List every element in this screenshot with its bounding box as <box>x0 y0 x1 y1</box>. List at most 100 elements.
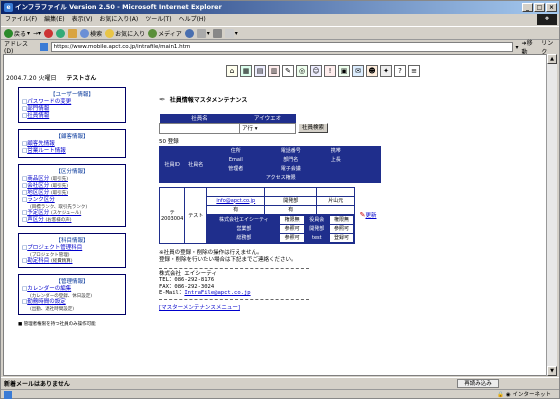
menu-view[interactable]: 表示(V) <box>72 14 93 25</box>
address-label: アドレス(D) <box>4 41 29 55</box>
col-action <box>354 145 382 183</box>
nav-sales-route[interactable]: 営業ルート情報 <box>22 148 122 155</box>
address-dropdown-icon[interactable]: ▾ <box>516 44 519 51</box>
history-button[interactable] <box>184 28 194 38</box>
maximize-button[interactable]: □ <box>534 3 545 12</box>
back-button[interactable]: 戻る ▾ <box>4 28 30 38</box>
toolbar: 戻る ▾ →▾ 検索 お気に入り メディア ▾ ▾ <box>1 26 559 40</box>
page-title: ✒ 社員情報マスタメンテナンス <box>159 95 248 104</box>
edit-button[interactable]: ▾ <box>224 28 238 38</box>
globe-icon[interactable]: ◎ <box>296 65 308 77</box>
access-perm: 登録可 <box>328 232 355 243</box>
list-icon[interactable]: ≡ <box>408 65 420 77</box>
favorites-button[interactable]: お気に入り <box>105 28 145 38</box>
scroll-down-icon[interactable]: ▼ <box>547 366 557 376</box>
forward-button[interactable]: →▾ <box>33 30 41 37</box>
contact-block: 株式会社 エイシーティ TEL：086-292-8176 FAX：086-292… <box>159 267 489 300</box>
employee-name-input[interactable] <box>159 122 240 134</box>
nav-project-subject[interactable]: プロジェクト管理科目 <box>22 245 122 252</box>
nav-company-category[interactable]: 会社区分 (取引先) <box>22 183 122 190</box>
menu-tools[interactable]: ツール(T) <box>145 14 171 25</box>
nav-department-info[interactable]: 部門情報 <box>22 106 122 113</box>
menu-favorites[interactable]: お気に入り(A) <box>99 14 138 25</box>
nav-heading: 【科目情報】 <box>55 238 89 244</box>
help-icon[interactable]: ? <box>394 65 406 77</box>
nav-password-change[interactable]: パスワードの変更 <box>22 99 122 106</box>
search-button[interactable]: 検索 <box>80 28 102 38</box>
nav-work-hours[interactable]: 勤務時間の設定 <box>22 299 122 306</box>
graph-icon[interactable]: ▣ <box>338 65 350 77</box>
home-icon[interactable]: ⌂ <box>226 65 238 77</box>
nav-rank-category[interactable]: ランク区分 <box>22 197 122 204</box>
page-status-bar: 新着メールはありません 再読み込み <box>1 377 559 388</box>
schedule-icon[interactable]: ▦ <box>240 65 252 77</box>
cell-name: テスト <box>184 186 208 244</box>
user-name: テストさん <box>66 75 97 82</box>
access-org: 営業部 <box>207 223 281 234</box>
kana-select[interactable]: ア行 ▾ <box>239 122 296 134</box>
cell-id: テ 2003004 <box>158 186 186 244</box>
nav-employee-info[interactable]: 社員情報 <box>22 113 122 120</box>
stop-button[interactable] <box>44 28 54 38</box>
contact-mail-link[interactable]: IntraFile@apct.co.jp <box>184 290 250 296</box>
access-perm: 参照可 <box>279 223 305 234</box>
minimize-button[interactable]: _ <box>522 3 533 12</box>
employee-search-button[interactable]: 社員検索 <box>298 123 329 133</box>
history-icon <box>184 28 194 38</box>
nav-product-category[interactable]: 商品区分 (取引先) <box>22 176 122 183</box>
access-org: test <box>303 232 330 243</box>
refresh-button[interactable] <box>56 28 66 38</box>
address-input[interactable]: https://www.mobile.apct.co.jp/intrafile/… <box>50 42 513 52</box>
people-icon[interactable]: ☻ <box>366 65 378 77</box>
reload-button[interactable]: 再読み込み <box>457 379 499 388</box>
mail-icon[interactable]: ✉ <box>352 65 364 77</box>
mail-icon <box>196 28 206 38</box>
left-navigation: 【ユーザー情報】 パスワードの変更 部門情報 社員情報 【顧客情報】 顧客先情報… <box>18 87 126 327</box>
mail-button[interactable]: ▾ <box>196 28 210 38</box>
master-menu-link[interactable]: [マスターメンテナンスメニュー] <box>159 305 240 311</box>
col-email: Email <box>206 154 266 165</box>
access-perm: 権限無 <box>279 214 305 225</box>
search-form: 社員名 アイウエオ ア行 ▾ 社員検索 <box>159 114 331 134</box>
table-row: テ 2003004 テスト ✎更新 <box>158 186 381 244</box>
scroll-up-icon[interactable]: ▲ <box>547 54 557 64</box>
media-button[interactable]: メディア <box>148 28 182 38</box>
nav-voice-category[interactable]: 声区分 (お客様の声) <box>22 217 122 224</box>
print-icon <box>212 28 222 38</box>
print-button[interactable] <box>212 28 222 38</box>
col-ejournal: 電子会議 <box>264 163 318 174</box>
menu-file[interactable]: ファイル(F) <box>5 14 37 25</box>
menu-edit[interactable]: 編集(E) <box>44 14 64 25</box>
settings-icon[interactable]: ✦ <box>380 65 392 77</box>
nav-admin-info: 【管理情報】 カレンダーの編集 (カレンダーの登録、休日設定) 勤務時間の設定 … <box>18 274 126 315</box>
nav-heading: 【管理情報】 <box>55 279 89 285</box>
cell-email[interactable]: info@apct.co.jp <box>206 195 266 206</box>
update-link[interactable]: 更新 <box>365 213 376 219</box>
close-button[interactable]: × <box>546 3 557 12</box>
chat-icon[interactable]: ☺ <box>310 65 322 77</box>
pen-icon: ✒ <box>159 95 166 104</box>
record-count: 50 登録 <box>159 138 179 145</box>
col-name: 社員名 <box>184 145 208 183</box>
nav-schedule-category[interactable]: 予定区分 (スケジュール) <box>22 210 122 217</box>
report-icon[interactable]: ▤ <box>254 65 266 77</box>
nav-account-subject[interactable]: 勘定科目 (経費精算) <box>22 258 122 265</box>
nav-area-category[interactable]: 地区区分 (取引先) <box>22 190 122 197</box>
nav-calendar-edit[interactable]: カレンダーの編集 <box>22 286 122 293</box>
page-status-icon <box>4 390 12 399</box>
main-panel: ✒ 社員情報マスタメンテナンス 社員名 アイウエオ ア行 ▾ 社員検索 50 登… <box>158 95 489 311</box>
nav-customer-list[interactable]: 顧客先情報 <box>22 141 122 148</box>
date-header: 2004.7.20 火曜日 テストさん <box>6 73 96 82</box>
vertical-scrollbar[interactable]: ▲ ▼ <box>546 54 557 376</box>
home-button[interactable] <box>68 28 78 38</box>
page-icon <box>39 43 48 51</box>
calendar-icon[interactable]: ▥ <box>268 65 280 77</box>
search-col-name: 社員名 <box>159 114 240 123</box>
menu-help[interactable]: ヘルプ(H) <box>179 14 206 25</box>
col-boss: 上長 <box>316 154 356 165</box>
stop-icon <box>44 28 54 38</box>
alert-icon[interactable]: ! <box>324 65 336 77</box>
memo-icon[interactable]: ✎ <box>282 65 294 77</box>
divider <box>159 298 309 300</box>
cell-admin: 有 <box>206 204 266 215</box>
